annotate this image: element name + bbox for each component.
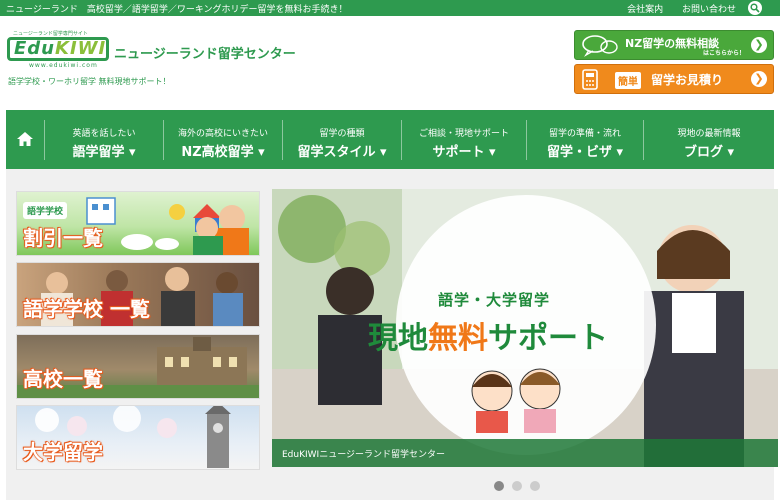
nav-item-caption: ご相談・現地サポート: [418, 129, 509, 139]
site-subtitle: 語学学校・ワーホリ留学 無料現地サポート！: [8, 77, 171, 86]
estimate-button[interactable]: 簡単 留学お見積り ❯: [574, 64, 774, 94]
nav-item-label: サポート ▾: [432, 145, 496, 160]
banner-school-discounts[interactable]: 語学学校 割引一覧: [16, 191, 260, 256]
nav-item-style[interactable]: 留学の種類 留学スタイル ▾: [283, 110, 401, 169]
nav-item-blog[interactable]: 現地の最新情報 ブログ ▾: [644, 110, 774, 169]
link-contact[interactable]: お問い合わせ: [682, 5, 736, 15]
nav-item-visa[interactable]: 留学の準備・流れ 留学・ビザ ▾: [527, 110, 643, 169]
caption-text: EduKIWIニュージーランド留学センター: [282, 450, 446, 460]
nav-item-caption: 海外の高校にいきたい: [177, 129, 268, 139]
nav-item-label: 留学スタイル ▾: [297, 145, 387, 160]
staff-illustration: [471, 368, 561, 433]
site-logo[interactable]: ニュージーランド留学専門サイト EduKIWI www.edukiwi.com: [7, 29, 109, 69]
tile-label: 高校一覧: [23, 367, 104, 392]
link-company[interactable]: 会社案内: [627, 5, 663, 15]
hero-slider[interactable]: 語学・大学留学 現地無料サポート EduKIWIニュージーランド留学センター: [272, 189, 778, 467]
slider-dot-1[interactable]: [494, 481, 504, 491]
logo-word: EduKIWI: [14, 38, 107, 59]
slider-headline-main: 現地無料サポート: [368, 321, 608, 356]
tile-label: 割引一覧: [23, 226, 104, 251]
logo-box: EduKIWI: [7, 37, 109, 61]
nav-home[interactable]: [6, 110, 44, 169]
slider-headline: 語学・大学留学: [438, 291, 551, 309]
calculator-icon: [582, 69, 598, 90]
nav-item-caption: 英語を話したい: [72, 129, 136, 139]
slider-dot-3[interactable]: [530, 481, 540, 491]
arrow-right-icon: ❯: [751, 37, 767, 53]
nav-item-caption: 現地の最新情報: [677, 129, 741, 139]
nav-item-caption: 留学の準備・流れ: [548, 129, 621, 139]
search-button[interactable]: [748, 1, 762, 15]
estimate-badge: 簡単: [615, 72, 641, 89]
consult-subtitle: はこちらから！: [703, 50, 746, 57]
estimate-title: 留学お見積り: [651, 73, 724, 87]
slider-caption: EduKIWIニュージーランド留学センター: [272, 439, 778, 467]
search-icon: [750, 3, 760, 13]
tile-badge: 語学学校: [23, 202, 68, 219]
home-icon: [17, 132, 33, 146]
nav-item-label: ブログ ▾: [683, 145, 735, 160]
nav-item-label: NZ高校留学 ▾: [181, 145, 265, 160]
logo-subtitle: ニュージーランド留学専門サイト: [13, 31, 88, 37]
free-consult-button[interactable]: NZ留学の無料相談 はこちらから！ ❯: [574, 30, 774, 60]
arrow-right-icon: ❯: [751, 71, 767, 87]
slider-dot-2[interactable]: [512, 481, 522, 491]
chat-bubble-icon: [582, 35, 618, 57]
main-nav: 英語を話したい 語学留学 ▾ 海外の高校にいきたい NZ高校留学 ▾ 留学の種類…: [6, 110, 774, 169]
tile-label: 大学留学: [23, 440, 104, 465]
nav-item-caption: 留学の種類: [319, 129, 365, 139]
nav-item-label: 留学・ビザ ▾: [546, 145, 624, 160]
nav-item-label: 語学留学 ▾: [72, 145, 136, 160]
top-bar: ニュージーランド 高校留学／語学留学／ワーキングホリデー留学を無料お手続き！ 会…: [0, 0, 780, 16]
logo-url: www.edukiwi.com: [29, 62, 98, 69]
tile-label: 語学学校 一覧: [23, 297, 151, 322]
nav-item-highschool[interactable]: 海外の高校にいきたい NZ高校留学 ▾: [164, 110, 282, 169]
banner-language-schools[interactable]: 語学学校 一覧: [16, 262, 260, 327]
top-tagline: ニュージーランド 高校留学／語学留学／ワーキングホリデー留学を無料お手続き！: [6, 5, 348, 15]
nav-item-support[interactable]: ご相談・現地サポート サポート ▾: [402, 110, 526, 169]
banner-high-schools[interactable]: 高校一覧: [16, 334, 260, 399]
top-links: 会社案内 お問い合わせ: [611, 2, 736, 15]
nav-item-language[interactable]: 英語を話したい 語学留学 ▾: [45, 110, 163, 169]
site-name: ニュージーランド留学センター: [114, 47, 296, 62]
banner-university[interactable]: 大学留学: [16, 405, 260, 470]
